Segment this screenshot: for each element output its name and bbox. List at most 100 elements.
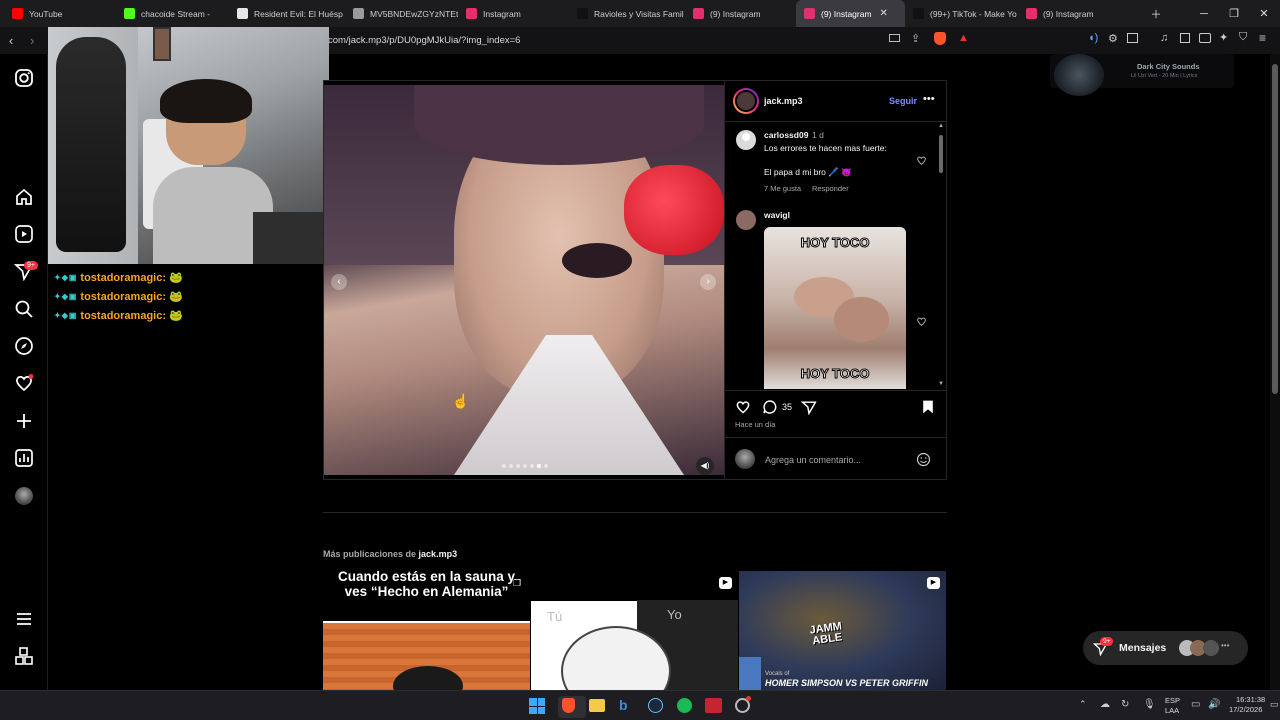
leo-ai-icon[interactable]: ✦ — [1219, 31, 1228, 44]
more-menu-icon[interactable] — [14, 609, 34, 629]
notifications-heart-icon[interactable] — [14, 373, 34, 393]
comment-meme-image[interactable]: HOY TOCO HOY TOCO — [764, 227, 906, 389]
commenter-avatar[interactable] — [736, 210, 756, 230]
back-icon[interactable]: ‹ — [9, 33, 13, 48]
close-window-icon[interactable]: ✕ — [1248, 0, 1280, 27]
windows-taskbar: b ⌃ ☁ ↻ 🎙 ESP LAA ▭ 🔊 16:31:38 17/2/2026… — [0, 690, 1280, 720]
maximize-icon[interactable]: ❐ — [1218, 0, 1250, 27]
audio-toggle-icon[interactable]: ◀) — [696, 457, 714, 475]
minimize-icon[interactable]: ─ — [1188, 0, 1220, 27]
comment-reply-button[interactable]: Responder — [812, 184, 849, 193]
comment-username[interactable]: wavigl — [764, 210, 790, 220]
profile-avatar[interactable] — [15, 487, 33, 505]
explore-icon[interactable] — [14, 336, 34, 356]
next-slide-icon[interactable]: › — [700, 274, 716, 290]
create-icon[interactable] — [14, 411, 34, 431]
page-scrollbar[interactable] — [1270, 54, 1280, 690]
browser-tab[interactable]: (9) Instagram — [685, 0, 796, 27]
author-username[interactable]: jack.mp3 — [764, 96, 803, 106]
commenter-avatar[interactable] — [736, 130, 756, 150]
tab-close-icon[interactable]: ✕ — [880, 8, 888, 19]
also-from-meta-icon[interactable] — [14, 646, 34, 666]
comment-likes[interactable]: 7 Me gusta — [764, 184, 801, 193]
steam-icon[interactable] — [648, 698, 663, 713]
clock-date[interactable]: 17/2/2026 — [1229, 705, 1262, 714]
messages-button[interactable]: 9+ Mensajes ••• — [1083, 631, 1248, 665]
spotify-icon[interactable] — [677, 698, 692, 713]
home-icon[interactable] — [14, 187, 34, 207]
comments-scrollbar[interactable]: ▲ ▼ — [937, 123, 945, 389]
file-explorer-icon[interactable] — [589, 699, 605, 712]
more-posts-user[interactable]: jack.mp3 — [419, 549, 458, 559]
screenshot-icon[interactable] — [1127, 33, 1138, 43]
post-thumbnail[interactable]: Cuando estás en la sauna y ves “Hecho en… — [323, 571, 530, 690]
browser-tab[interactable]: YouTube — [4, 0, 116, 27]
sidebar-toggle-icon[interactable] — [1180, 33, 1190, 43]
music-icon[interactable]: ♫ — [1160, 32, 1168, 44]
tray-mic-icon[interactable]: 🎙 — [1143, 699, 1156, 710]
messages-badge: 9+ — [1100, 637, 1114, 646]
comment-icon[interactable] — [762, 399, 778, 415]
browser-tab[interactable]: (9) Instagram — [1018, 0, 1128, 27]
language-code[interactable]: ESP — [1165, 696, 1180, 705]
browser-tab[interactable]: chacoide Stream - — [116, 0, 229, 27]
tray-sync-icon[interactable]: ↻ — [1121, 699, 1129, 710]
search-icon[interactable] — [14, 299, 34, 319]
page-scrollbar-thumb[interactable] — [1272, 64, 1278, 394]
wallet-icon[interactable] — [1199, 33, 1211, 43]
comment-like-icon[interactable] — [916, 155, 927, 166]
keyboard-layout[interactable]: LAA — [1165, 706, 1179, 715]
vpn-icon[interactable]: ⛉ — [1239, 31, 1247, 44]
bing-icon[interactable]: b — [619, 697, 628, 713]
browser-tab[interactable]: Ravioles y Visitas Famil — [569, 0, 685, 27]
menu-icon[interactable]: ≡ — [1259, 31, 1266, 45]
post-media[interactable]: ‹ › ◀) ☝ — [324, 85, 724, 475]
browser-tab[interactable]: Resident Evil: El Huésp — [229, 0, 345, 27]
carousel-icon: ❐ — [513, 578, 522, 588]
comments-scrollbar-thumb[interactable] — [939, 135, 943, 173]
volume-icon[interactable]: 🔊 — [1208, 699, 1220, 710]
slide-indicators — [502, 464, 562, 470]
cast-icon[interactable] — [889, 34, 900, 42]
author-avatar[interactable] — [733, 88, 759, 114]
post-dialog: ‹ › ◀) ☝ jack.mp3 Seguir ••• carlossd09 … — [323, 80, 947, 480]
brave-rewards-icon[interactable]: ▲ — [958, 32, 969, 44]
extensions-icon[interactable]: ⚙ — [1108, 32, 1118, 45]
browser-tab[interactable]: Instagram — [458, 0, 569, 27]
post-thumbnail[interactable]: JAMM ABLE Vocals of HOMER SIMPSON VS PET… — [739, 571, 946, 690]
browser-tab[interactable]: (9) Instagram ✕ — [796, 0, 905, 27]
more-options-icon[interactable]: ••• — [923, 93, 935, 105]
brave-taskbar-icon[interactable] — [562, 698, 575, 713]
emoji-icon[interactable] — [916, 452, 931, 467]
brave-shield-icon[interactable] — [934, 32, 946, 45]
network-icon[interactable]: ▭ — [1191, 699, 1200, 710]
tab-favicon-icon — [353, 8, 364, 19]
save-icon[interactable] — [921, 399, 935, 415]
comment-like-icon[interactable] — [916, 316, 927, 327]
tray-cloud-icon[interactable]: ☁ — [1100, 699, 1110, 710]
browser-tab[interactable]: MV5BNDEwZGYzNTEt — [345, 0, 458, 27]
add-comment-input[interactable]: Agrega un comentario... — [765, 455, 861, 465]
share-post-icon[interactable] — [801, 399, 817, 415]
audio-icon[interactable]: ◖) — [1088, 32, 1098, 44]
media-widget[interactable]: Dark City Sounds Lil Uzi Vert - 20 Min |… — [1050, 54, 1234, 96]
notification-center-icon[interactable]: ▭ — [1270, 699, 1279, 710]
post-thumbnail[interactable]: Tú Yo ▶ — [531, 571, 738, 690]
like-icon[interactable] — [735, 399, 751, 415]
browser-tab[interactable]: (99+) TikTok - Make Yo — [905, 0, 1018, 27]
new-tab-button[interactable]: ＋ — [1140, 0, 1172, 27]
instagram-logo-icon[interactable] — [14, 68, 34, 88]
comment-username[interactable]: carlossd09 — [764, 130, 808, 140]
share-icon[interactable]: ⇪ — [911, 32, 920, 45]
video-app-icon[interactable] — [705, 698, 722, 713]
follow-button[interactable]: Seguir — [889, 96, 917, 106]
dashboard-icon[interactable] — [14, 448, 34, 468]
reels-icon[interactable] — [14, 224, 34, 244]
clock-time[interactable]: 16:31:38 — [1236, 695, 1265, 704]
windows-start-icon[interactable] — [529, 698, 545, 714]
forward-icon[interactable]: › — [30, 33, 34, 48]
prev-slide-icon[interactable]: ‹ — [331, 274, 347, 290]
section-divider — [323, 512, 947, 513]
tray-overflow-icon[interactable]: ⌃ — [1079, 699, 1087, 710]
address-bar[interactable]: com/jack.mp3/p/DU0pgMJkUia/?img_index=6 — [322, 30, 972, 51]
